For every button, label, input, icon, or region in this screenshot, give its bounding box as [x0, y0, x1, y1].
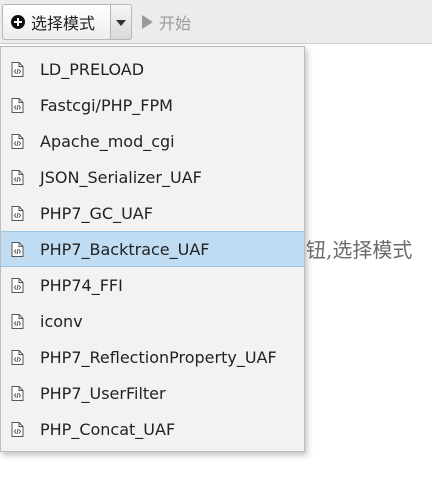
mode-dropdown-toggle[interactable] — [110, 4, 132, 40]
menu-item[interactable]: iconv — [1, 303, 304, 339]
menu-item[interactable]: PHP7_GC_UAF — [1, 195, 304, 231]
menu-item[interactable]: Apache_mod_cgi — [1, 123, 304, 159]
menu-item[interactable]: PHP7_ReflectionProperty_UAF — [1, 339, 304, 375]
menu-item-label: PHP7_ReflectionProperty_UAF — [40, 347, 277, 367]
code-file-icon — [11, 277, 24, 293]
menu-item-label: iconv — [40, 311, 83, 331]
menu-item-label: JSON_Serializer_UAF — [40, 167, 202, 187]
menu-item-label: PHP7_UserFilter — [40, 383, 166, 403]
menu-item-label: Fastcgi/PHP_FPM — [40, 95, 173, 115]
code-file-icon — [11, 97, 24, 113]
menu-item-label: PHP7_Backtrace_UAF — [40, 239, 210, 259]
code-file-icon — [11, 385, 24, 401]
menu-item[interactable]: JSON_Serializer_UAF — [1, 159, 304, 195]
menu-item[interactable]: PHP7_UserFilter — [1, 375, 304, 411]
menu-item-label: PHP_Concat_UAF — [40, 419, 176, 439]
background-hint-text: 钮,选择模式 — [306, 238, 413, 262]
code-file-icon — [11, 133, 24, 149]
toolbar: 选择模式 开始 — [0, 0, 432, 44]
start-button[interactable]: 开始 — [142, 4, 191, 40]
code-file-icon — [11, 169, 24, 185]
menu-item-label: PHP7_GC_UAF — [40, 203, 153, 223]
menu-item[interactable]: PHP_Concat_UAF — [1, 411, 304, 447]
play-icon — [142, 15, 153, 29]
code-file-icon — [11, 205, 24, 221]
menu-item-label: Apache_mod_cgi — [40, 131, 175, 151]
select-mode-label: 选择模式 — [31, 14, 96, 33]
code-file-icon — [11, 61, 24, 77]
mode-dropdown-menu: LD_PRELOAD Fastcgi/PHP_FPM Apache_mod_cg… — [0, 46, 305, 452]
code-file-icon — [11, 241, 24, 257]
menu-item[interactable]: Fastcgi/PHP_FPM — [1, 87, 304, 123]
code-file-icon — [11, 313, 24, 329]
menu-item-label: PHP74_FFI — [40, 275, 123, 295]
menu-item[interactable]: LD_PRELOAD — [1, 51, 304, 87]
menu-item-label: LD_PRELOAD — [40, 59, 145, 79]
select-mode-button[interactable]: 选择模式 — [2, 4, 110, 40]
code-file-icon — [11, 421, 24, 437]
menu-item-selected[interactable]: PHP7_Backtrace_UAF — [1, 231, 304, 267]
plus-circle-icon — [11, 15, 25, 29]
caret-down-icon — [116, 20, 126, 26]
menu-item[interactable]: PHP74_FFI — [1, 267, 304, 303]
start-label: 开始 — [159, 14, 192, 33]
code-file-icon — [11, 349, 24, 365]
